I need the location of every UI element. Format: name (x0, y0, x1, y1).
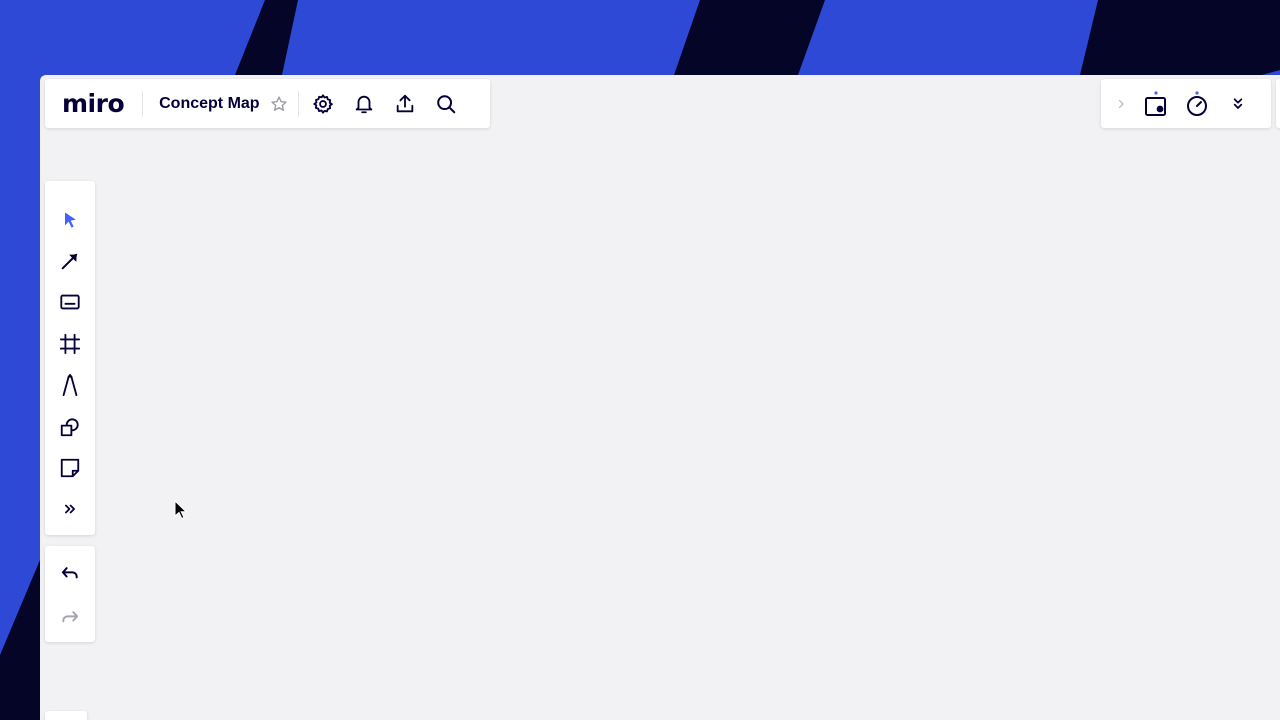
more-tools-button[interactable] (50, 489, 90, 530)
board-canvas[interactable]: miro Concept Map (40, 75, 1280, 720)
cursor-arrow-icon (65, 212, 76, 228)
select-tool[interactable] (50, 199, 90, 240)
timer-button[interactable] (1180, 87, 1214, 121)
divider (297, 90, 299, 117)
collaborators-panel[interactable] (1276, 79, 1280, 128)
sticky-note-icon (60, 458, 80, 478)
top-right-toolbar (1101, 79, 1271, 128)
video-frame-icon (1145, 90, 1166, 116)
frame-icon (59, 333, 81, 354)
frame-tool[interactable] (50, 323, 90, 364)
chevron-right-icon (1118, 99, 1124, 108)
text-tool[interactable] (50, 282, 90, 323)
gear-icon (312, 93, 333, 114)
board-title[interactable]: Concept Map (159, 95, 259, 113)
double-chevron-down-icon (1233, 97, 1243, 109)
expand-panel-button[interactable] (1109, 87, 1133, 121)
connection-line-tool[interactable] (50, 240, 90, 281)
shapes-tool[interactable] (50, 406, 90, 447)
upload-icon (396, 94, 413, 112)
undo-button[interactable] (50, 552, 90, 596)
top-left-toolbar: miro Concept Map (45, 79, 490, 128)
search-icon (436, 94, 455, 113)
star-button[interactable] (262, 87, 296, 121)
video-frame-button[interactable] (1139, 87, 1173, 121)
star-icon (270, 95, 287, 111)
collapse-toolbar-button[interactable] (1221, 87, 1255, 121)
miro-logo[interactable]: miro (62, 91, 125, 116)
sticky-note-tool[interactable] (50, 447, 90, 488)
text-box-icon (60, 295, 80, 310)
undo-icon (61, 567, 78, 579)
notifications-button[interactable] (347, 87, 381, 121)
redo-icon (62, 611, 79, 623)
pen-tool[interactable] (50, 365, 90, 406)
pen-icon (62, 374, 78, 397)
bottom-left-panel[interactable] (45, 711, 87, 720)
settings-button[interactable] (306, 87, 340, 121)
bell-icon (355, 95, 372, 113)
history-toolbar (45, 546, 95, 642)
timer-icon (1187, 90, 1207, 116)
redo-button[interactable] (50, 596, 90, 640)
double-chevron-right-icon (65, 505, 75, 514)
search-button[interactable] (429, 87, 463, 121)
arrow-line-icon (61, 253, 78, 270)
divider (142, 90, 144, 117)
share-button[interactable] (388, 87, 422, 121)
shapes-icon (60, 418, 79, 436)
creation-toolbar (45, 181, 95, 535)
